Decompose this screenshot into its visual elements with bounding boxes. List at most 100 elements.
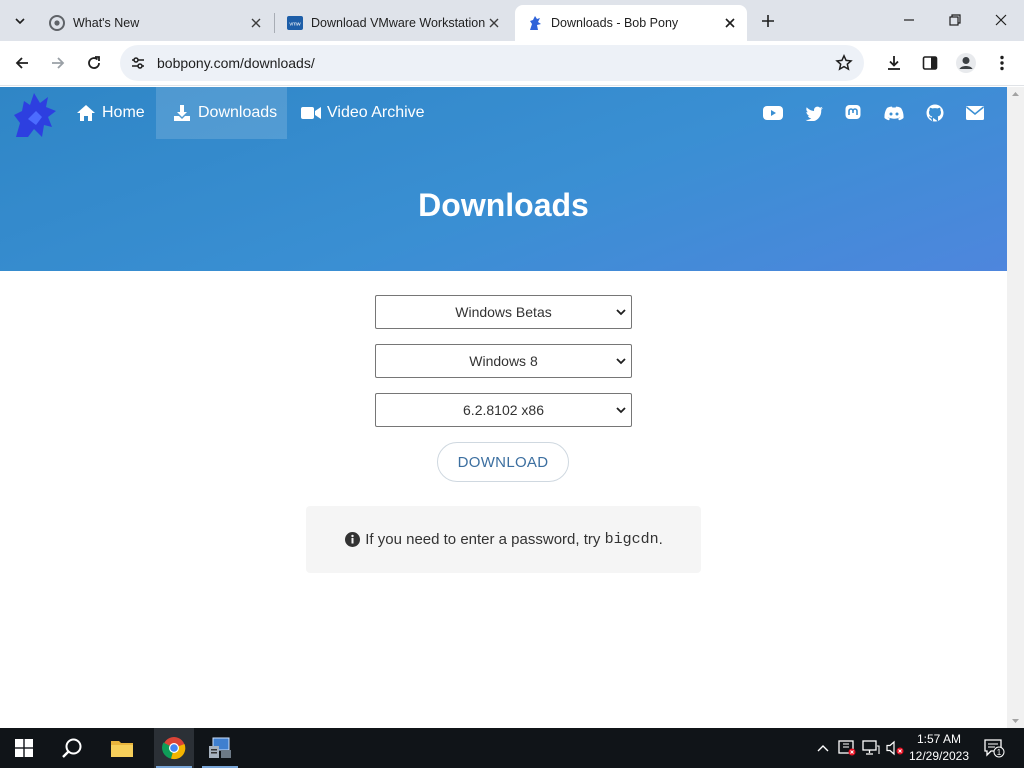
security-tray-icon[interactable] bbox=[836, 728, 858, 768]
download-icon bbox=[172, 103, 192, 123]
folder-icon bbox=[111, 741, 133, 757]
github-icon[interactable] bbox=[925, 103, 945, 123]
mastodon-icon[interactable] bbox=[843, 103, 863, 123]
show-hidden-icons-button[interactable] bbox=[813, 728, 833, 768]
chevron-down-icon bbox=[14, 17, 25, 24]
build-select[interactable]: 6.2.8102 x86 bbox=[375, 393, 632, 427]
avatar-icon bbox=[956, 53, 976, 73]
minimize-icon bbox=[904, 19, 914, 21]
category-select[interactable]: Windows Betas bbox=[375, 295, 632, 329]
scroll-down-icon bbox=[1012, 719, 1019, 723]
password-hint: bigcdn bbox=[604, 531, 659, 548]
minimize-button[interactable] bbox=[886, 0, 932, 40]
server-manager-button[interactable] bbox=[200, 728, 240, 768]
chevron-up-icon bbox=[817, 745, 829, 752]
youtube-icon[interactable] bbox=[763, 103, 783, 123]
taskbar: 1:57 AM 12/29/2023 1 bbox=[0, 728, 1024, 768]
email-icon[interactable] bbox=[965, 103, 985, 123]
video-icon bbox=[301, 103, 321, 123]
bookmark-star-icon[interactable] bbox=[834, 53, 854, 73]
nav-label: Video Archive bbox=[327, 104, 425, 121]
close-icon[interactable] bbox=[721, 14, 739, 32]
close-icon bbox=[995, 14, 1007, 26]
taskbar-clock[interactable]: 1:57 AM 12/29/2023 bbox=[902, 731, 976, 765]
chevron-down-icon bbox=[616, 309, 626, 316]
vertical-scrollbar[interactable] bbox=[1007, 87, 1024, 728]
notification-count: 1 bbox=[997, 748, 1002, 757]
nav-label: Home bbox=[102, 104, 145, 121]
tab-title: What's New bbox=[73, 16, 140, 30]
file-explorer-button[interactable] bbox=[102, 728, 142, 768]
close-window-button[interactable] bbox=[978, 0, 1024, 40]
notice-end: . bbox=[658, 531, 663, 548]
clock-time: 1:57 AM bbox=[916, 732, 962, 746]
bob-pony-logo[interactable] bbox=[10, 89, 60, 139]
site-info-icon[interactable] bbox=[128, 53, 148, 73]
side-panel-icon bbox=[922, 56, 938, 70]
clock-date: 12/29/2023 bbox=[908, 749, 970, 763]
svg-text:vmw: vmw bbox=[289, 22, 300, 28]
category-select-value: Windows Betas bbox=[455, 304, 552, 320]
arrow-right-icon bbox=[52, 57, 65, 69]
action-center-button[interactable]: 1 bbox=[980, 728, 1008, 768]
notice-text: If you need to enter a password, try bbox=[365, 531, 601, 548]
chrome-taskbar-button[interactable] bbox=[154, 728, 194, 768]
hero-banner: Home Downloads Video Archive Downloads bbox=[0, 87, 1007, 271]
tab-vmware[interactable]: vmw Download VMware Workstation bbox=[275, 5, 511, 41]
product-select-value: Windows 8 bbox=[469, 353, 538, 369]
password-notice: If you need to enter a password, try big… bbox=[306, 506, 701, 573]
chevron-down-icon bbox=[616, 407, 626, 414]
bob-pony-icon bbox=[527, 15, 543, 31]
windows-logo-icon bbox=[15, 739, 33, 757]
page-title: Downloads bbox=[418, 187, 589, 223]
build-select-value: 6.2.8102 x86 bbox=[463, 402, 544, 418]
site-navbar: Home Downloads Video Archive bbox=[0, 87, 1007, 139]
address-bar[interactable]: bobpony.com/downloads/ bbox=[120, 45, 864, 81]
search-button[interactable] bbox=[52, 728, 92, 768]
profile-button[interactable] bbox=[954, 51, 978, 75]
info-icon bbox=[344, 532, 360, 548]
download-button[interactable]: DOWNLOAD bbox=[437, 442, 569, 482]
download-icon bbox=[888, 56, 900, 70]
forward-button[interactable] bbox=[44, 49, 72, 77]
chevron-down-icon bbox=[616, 358, 626, 365]
arrow-left-icon bbox=[15, 57, 28, 69]
more-vertical-icon bbox=[1000, 55, 1004, 71]
restore-icon bbox=[949, 14, 961, 26]
discord-icon[interactable] bbox=[884, 103, 904, 123]
url-text: bobpony.com/downloads/ bbox=[157, 55, 315, 71]
plus-icon bbox=[762, 15, 774, 27]
nav-downloads[interactable]: Downloads bbox=[156, 87, 287, 139]
back-button[interactable] bbox=[8, 49, 36, 77]
nav-home[interactable]: Home bbox=[66, 87, 155, 139]
tab-search-button[interactable] bbox=[8, 9, 31, 32]
chrome-icon bbox=[49, 15, 65, 31]
side-panel-button[interactable] bbox=[918, 51, 942, 75]
nav-video-archive[interactable]: Video Archive bbox=[297, 87, 429, 139]
browser-toolbar: bobpony.com/downloads/ bbox=[0, 41, 1024, 86]
home-icon bbox=[76, 103, 96, 123]
start-button[interactable] bbox=[4, 728, 44, 768]
tab-strip: What's New vmw Download VMware Workstati… bbox=[0, 0, 1024, 41]
close-icon[interactable] bbox=[485, 14, 503, 32]
restore-button[interactable] bbox=[932, 0, 978, 40]
product-select[interactable]: Windows 8 bbox=[375, 344, 632, 378]
tab-title: Download VMware Workstation bbox=[311, 16, 485, 30]
web-page: Home Downloads Video Archive Downloads W… bbox=[0, 87, 1007, 728]
tab-whats-new[interactable]: What's New bbox=[37, 5, 273, 41]
reload-button[interactable] bbox=[80, 49, 108, 77]
chrome-icon bbox=[162, 737, 186, 760]
tab-downloads-bob-pony[interactable]: Downloads - Bob Pony bbox=[515, 5, 747, 41]
server-manager-icon bbox=[209, 737, 231, 758]
twitter-icon[interactable] bbox=[804, 103, 824, 123]
close-icon[interactable] bbox=[247, 14, 265, 32]
downloads-button[interactable] bbox=[882, 51, 906, 75]
nav-label: Downloads bbox=[198, 104, 278, 121]
notification-icon: 1 bbox=[984, 739, 1005, 758]
tab-title: Downloads - Bob Pony bbox=[551, 16, 679, 30]
menu-button[interactable] bbox=[990, 51, 1014, 75]
new-tab-button[interactable] bbox=[756, 9, 780, 33]
scroll-up-icon bbox=[1012, 92, 1019, 96]
network-icon[interactable] bbox=[860, 728, 882, 768]
search-icon bbox=[62, 738, 82, 758]
